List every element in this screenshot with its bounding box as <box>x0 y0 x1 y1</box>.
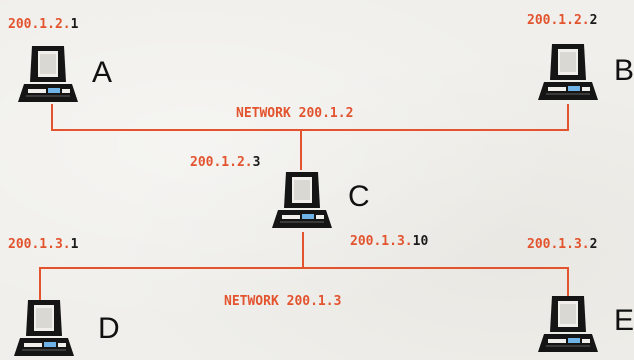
address-a-host: 1 <box>71 17 79 32</box>
node-label-a: A <box>92 56 112 89</box>
computer-b-icon[interactable] <box>538 44 598 100</box>
address-c-net2-host: 10 <box>413 234 429 249</box>
computer-a-icon[interactable] <box>18 46 78 102</box>
network-label-200-1-2: NETWORK 200.1.2 <box>236 106 353 121</box>
network-label-200-1-3: NETWORK 200.1.3 <box>224 294 341 309</box>
address-a-prefix: 200.1.2. <box>8 17 71 32</box>
network-diagram: A B C D E 200.1.2.1 200.1.2.2 200.1.2.3 … <box>0 0 634 360</box>
address-c-net1: 200.1.2.3 <box>190 155 260 170</box>
address-c-net2-prefix: 200.1.3. <box>350 234 413 249</box>
node-label-b: B <box>614 54 634 87</box>
address-c-net2: 200.1.3.10 <box>350 234 428 249</box>
address-b-host: 2 <box>590 13 598 28</box>
address-d-prefix: 200.1.3. <box>8 237 71 252</box>
network-diagram-canvas: A B C D E 200.1.2.1 200.1.2.2 200.1.2.3 … <box>8 13 634 356</box>
node-label-c: C <box>348 180 370 213</box>
node-label-d: D <box>98 312 120 345</box>
address-c-net1-prefix: 200.1.2. <box>190 155 253 170</box>
address-e-host: 2 <box>590 237 598 252</box>
address-d-host: 1 <box>71 237 79 252</box>
network-200-1-3-line <box>39 232 569 300</box>
address-a: 200.1.2.1 <box>8 17 79 32</box>
address-c-net1-host: 3 <box>253 155 261 170</box>
address-e-prefix: 200.1.3. <box>527 237 590 252</box>
address-e: 200.1.3.2 <box>527 237 597 252</box>
computer-e-icon[interactable] <box>538 296 598 352</box>
address-b-prefix: 200.1.2. <box>527 13 590 28</box>
computer-c-icon[interactable] <box>272 172 332 228</box>
node-label-e: E <box>614 304 634 337</box>
address-d: 200.1.3.1 <box>8 237 79 252</box>
computer-d-icon[interactable] <box>14 300 74 356</box>
address-b: 200.1.2.2 <box>527 13 597 28</box>
